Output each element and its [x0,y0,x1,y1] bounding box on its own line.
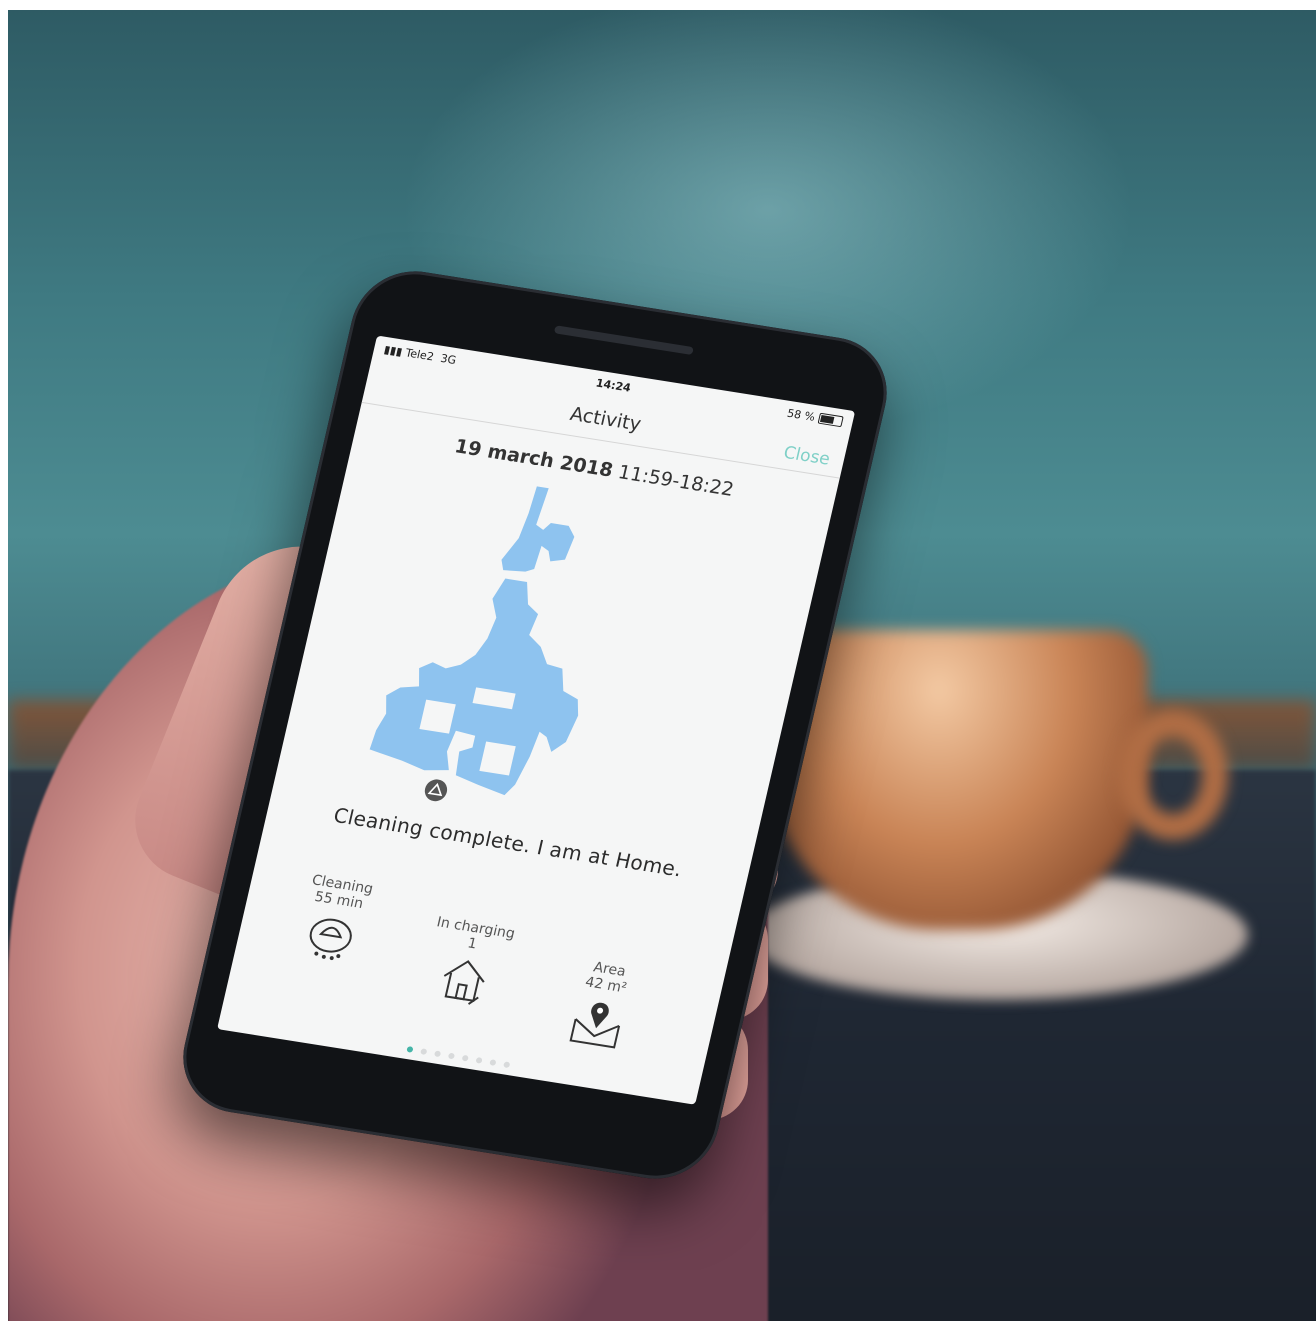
page-dot[interactable] [447,1052,456,1060]
stat-area[interactable]: Area 42 m² [532,952,670,1057]
cup-handle [1118,710,1228,840]
session-time-range: 11:59-18:22 [616,461,736,501]
page-dot[interactable] [461,1054,469,1062]
page-dot[interactable] [475,1056,483,1064]
coffee-cup [768,630,1148,930]
stat-charging[interactable]: In charging 1 [399,911,537,1014]
page-dot[interactable] [489,1059,497,1066]
map-pin-envelope-icon [569,1002,621,1049]
page-dot[interactable] [503,1061,511,1069]
stat-cleaning[interactable]: Cleaning 55 min [265,868,403,973]
robot-dock-icon [424,779,448,802]
home-charging-icon [443,960,485,1005]
page-dot[interactable] [420,1048,428,1056]
battery-indicator: 58 % [786,407,844,428]
battery-percent: 58 % [785,406,817,424]
robot-cleaner-icon [309,918,352,961]
cleaning-map [369,486,579,802]
page-dot[interactable] [406,1046,414,1053]
speaker-grille [553,325,694,356]
page-dot[interactable] [433,1050,442,1058]
battery-icon [817,412,844,428]
